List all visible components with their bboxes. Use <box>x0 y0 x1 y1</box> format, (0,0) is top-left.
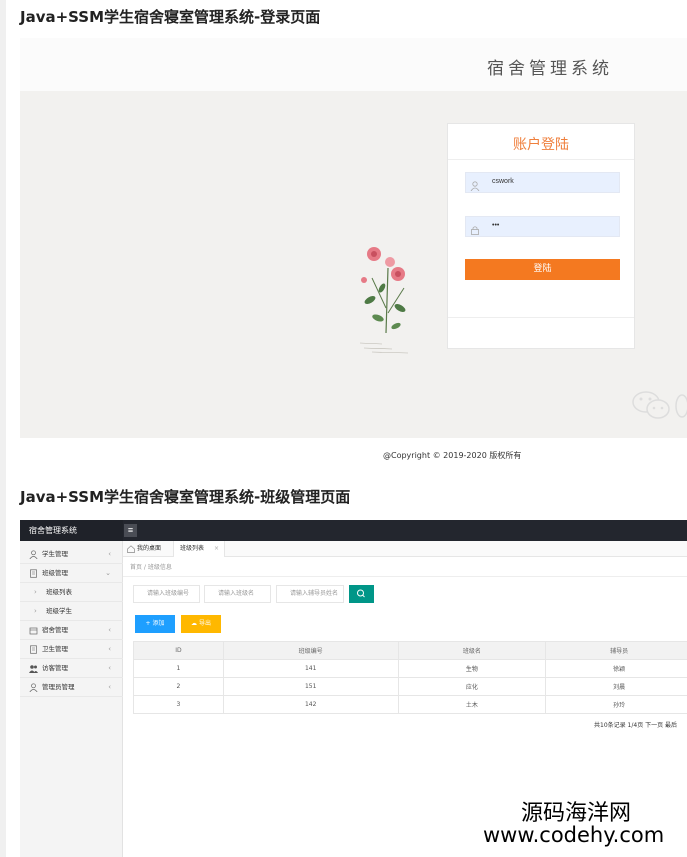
sidebar-item-dorms[interactable]: 宿舍管理 ‹ <box>20 621 123 640</box>
login-section-title: Java+SSM学生宿舍寝室管理系统-登录页面 <box>20 8 321 26</box>
sidebar-item-label: 班级学生 <box>46 607 72 615</box>
chevron-right-icon: › <box>34 607 37 615</box>
login-button[interactable]: 登陆 <box>465 259 620 280</box>
divider <box>448 317 634 318</box>
cloud-icon: ☁ <box>191 620 198 627</box>
hamburger-icon[interactable]: ≡ <box>124 524 137 537</box>
chevron-left-icon: ‹ <box>108 645 111 653</box>
tab-home[interactable]: 我的桌面 <box>127 541 173 557</box>
sidebar-item-label: 管理员管理 <box>42 683 75 691</box>
table-header-row: ID 班级编号 班级名 辅导员 <box>133 641 687 660</box>
login-system-name: 宿舍管理系统 <box>487 59 613 79</box>
cell-counselor: 徐颖 <box>545 659 687 678</box>
class-name-input[interactable]: 请输入班级名 <box>204 585 271 603</box>
home-icon <box>29 627 38 635</box>
sidebar-item-hygiene[interactable]: 卫生管理 ‹ <box>20 640 123 659</box>
divider <box>123 576 687 577</box>
sidebar-item-visitors[interactable]: 访客管理 ‹ <box>20 659 123 678</box>
cell-class-name: 生物 <box>397 659 547 678</box>
cell-counselor: 孙玲 <box>545 695 687 714</box>
search-icon <box>357 589 365 598</box>
pagination[interactable]: 共10条记录 1/4页 下一页 最后 <box>594 720 677 729</box>
login-screenshot: 宿舍管理系统 账户登陆 cswork ••• 登陆 <box>20 38 687 438</box>
doc-icon <box>30 645 37 654</box>
admin-brand: 宿舍管理系统 <box>20 520 123 541</box>
sidebar-item-classes[interactable]: 班级管理 ⌄ <box>20 564 123 583</box>
sidebar-item-students[interactable]: 学生管理 ‹ <box>20 545 123 564</box>
cell-counselor: 刘晨 <box>545 677 687 696</box>
password-value: ••• <box>492 222 500 229</box>
sidebar-item-class-students[interactable]: › 班级学生 <box>20 602 123 621</box>
export-label: 导出 <box>198 620 211 627</box>
sidebar-item-label: 卫生管理 <box>42 645 68 653</box>
sidebar-item-label: 班级管理 <box>42 569 68 577</box>
export-button[interactable]: ☁ 导出 <box>181 615 221 633</box>
admin-sidebar: 学生管理 ‹ 班级管理 ⌄ › 班级列表 › 班级学生 宿舍管理 ‹ 卫生管理 … <box>20 541 123 857</box>
admin-topbar: 宿舍管理系统 ≡ <box>20 520 687 541</box>
users-icon <box>29 665 38 673</box>
user-icon <box>29 550 38 559</box>
sidebar-item-class-list[interactable]: › 班级列表 <box>20 583 123 602</box>
search-button[interactable] <box>349 585 374 603</box>
sidebar-item-label: 班级列表 <box>46 588 72 596</box>
username-field[interactable]: cswork <box>465 172 620 193</box>
cell-class-no: 142 <box>222 695 399 714</box>
sidebar-item-label: 宿舍管理 <box>42 626 68 634</box>
sidebar-item-label: 学生管理 <box>42 550 68 558</box>
counselor-input[interactable]: 请输入辅导员姓名 <box>276 585 344 603</box>
cell-id: 3 <box>133 695 224 714</box>
chevron-left-icon: ‹ <box>108 664 111 672</box>
password-field[interactable]: ••• <box>465 216 620 237</box>
doc-icon <box>30 569 37 578</box>
cell-class-name: 应化 <box>397 677 547 696</box>
user-icon <box>29 683 38 692</box>
table-row[interactable]: 2 151 应化 刘晨 <box>133 677 687 696</box>
chevron-left-icon: ‹ <box>108 550 111 558</box>
cell-id: 2 <box>133 677 224 696</box>
lock-icon <box>471 226 479 235</box>
close-icon[interactable]: × <box>214 541 219 557</box>
home-icon <box>127 545 135 553</box>
sidebar-item-label: 访客管理 <box>42 664 68 672</box>
login-card-title: 账户登陆 <box>513 137 569 153</box>
table-row[interactable]: 3 142 土木 孙玲 <box>133 695 687 714</box>
table-row[interactable]: 1 141 生物 徐颖 <box>133 659 687 678</box>
cell-class-no: 151 <box>222 677 399 696</box>
chevron-down-icon: ⌄ <box>105 569 111 577</box>
tab-label: 班级列表 <box>180 545 205 552</box>
class-no-input[interactable]: 请输入班级编号 <box>133 585 200 603</box>
cell-id: 1 <box>133 659 224 678</box>
column-header-counselor[interactable]: 辅导员 <box>545 641 687 660</box>
wechat-icon[interactable] <box>630 388 687 422</box>
column-header-class-no[interactable]: 班级编号 <box>222 641 399 660</box>
chevron-left-icon: ‹ <box>108 626 111 634</box>
rose-illustration <box>359 247 409 354</box>
tab-label: 我的桌面 <box>137 545 162 552</box>
username-value: cswork <box>492 178 514 185</box>
cell-class-no: 141 <box>222 659 399 678</box>
chevron-left-icon: ‹ <box>108 683 111 691</box>
tab-bar: 我的桌面 班级列表 × <box>123 541 687 557</box>
add-button[interactable]: + 添加 <box>135 615 175 633</box>
cell-class-name: 土木 <box>397 695 547 714</box>
chevron-right-icon: › <box>34 588 37 596</box>
sidebar-item-admins[interactable]: 管理员管理 ‹ <box>20 678 123 697</box>
class-section-title: Java+SSM学生宿舍寝室管理系统-班级管理页面 <box>20 488 351 506</box>
watermark-url: www.codehy.com <box>483 823 665 847</box>
divider <box>448 159 634 160</box>
page-left-border <box>0 0 6 857</box>
breadcrumb: 首页 / 班级信息 <box>130 564 172 571</box>
class-table: ID 班级编号 班级名 辅导员 1 141 生物 徐颖 2 151 应化 刘晨 … <box>133 641 687 714</box>
user-icon <box>470 181 480 191</box>
login-card: 账户登陆 cswork ••• 登陆 <box>447 123 635 349</box>
copyright-text: @Copyright © 2019-2020 版权所有 <box>383 451 522 460</box>
column-header-class-name[interactable]: 班级名 <box>397 641 547 660</box>
login-header: 宿舍管理系统 <box>20 38 687 91</box>
tab-class-list[interactable]: 班级列表 × <box>173 541 225 557</box>
column-header-id[interactable]: ID <box>133 641 224 660</box>
